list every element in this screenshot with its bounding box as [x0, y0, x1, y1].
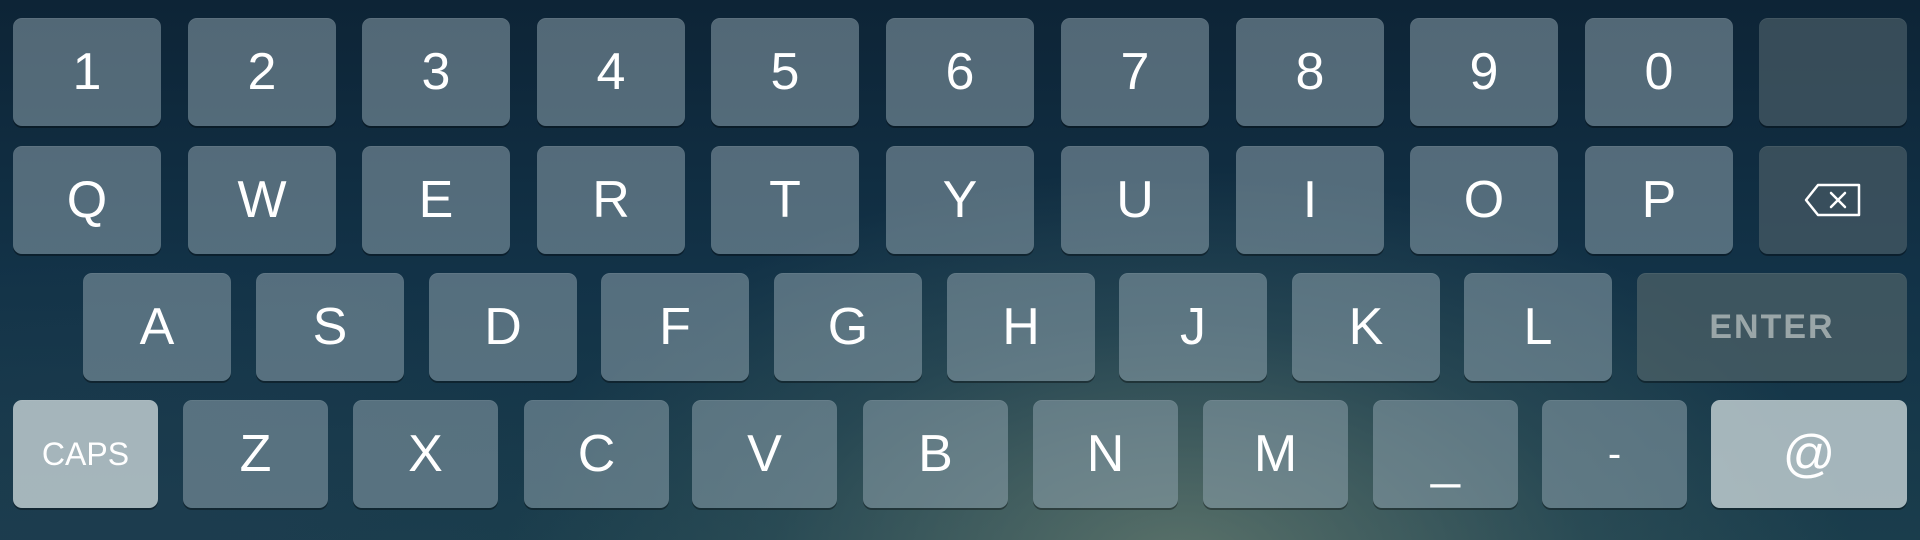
key-c[interactable]: C [524, 400, 669, 508]
key-f[interactable]: F [601, 273, 749, 381]
key-r[interactable]: R [537, 146, 685, 254]
key-label: G [827, 298, 869, 356]
key-dash[interactable]: - [1542, 400, 1687, 508]
key-p[interactable]: P [1585, 146, 1733, 254]
key-label: 2 [247, 43, 277, 101]
key-label: 0 [1644, 43, 1674, 101]
key-label: J [1180, 298, 1206, 356]
key-v[interactable]: V [692, 400, 837, 508]
on-screen-keyboard: 1 2 3 4 5 6 7 8 9 0 Q W E R T Y U I O P … [0, 0, 1920, 540]
key-o[interactable]: O [1410, 146, 1558, 254]
key-label: D [484, 298, 522, 356]
key-5[interactable]: 5 [711, 18, 859, 126]
key-w[interactable]: W [188, 146, 336, 254]
key-label: R [592, 171, 630, 229]
key-label: V [747, 425, 782, 483]
key-label: 6 [945, 43, 975, 101]
key-k[interactable]: K [1292, 273, 1440, 381]
key-label: C [577, 425, 616, 483]
key-9[interactable]: 9 [1410, 18, 1558, 126]
key-label: Z [239, 425, 272, 483]
key-label: L [1523, 298, 1553, 356]
key-label: 4 [596, 43, 626, 101]
key-label: 9 [1469, 43, 1499, 101]
key-4[interactable]: 4 [537, 18, 685, 126]
key-2[interactable]: 2 [188, 18, 336, 126]
key-label: _ [1431, 431, 1460, 489]
key-7[interactable]: 7 [1061, 18, 1209, 126]
key-label: U [1116, 171, 1154, 229]
key-l[interactable]: L [1464, 273, 1612, 381]
key-label: 7 [1120, 43, 1150, 101]
key-u[interactable]: U [1061, 146, 1209, 254]
key-q[interactable]: Q [13, 146, 161, 254]
key-b[interactable]: B [863, 400, 1008, 508]
key-label: N [1086, 425, 1125, 483]
key-label: B [918, 425, 953, 483]
key-label: 3 [421, 43, 451, 101]
key-s[interactable]: S [256, 273, 404, 381]
key-j[interactable]: J [1119, 273, 1267, 381]
key-label: T [769, 171, 801, 229]
key-label: Y [942, 171, 978, 229]
key-label: @ [1782, 425, 1836, 483]
key-label: - [1607, 431, 1622, 476]
key-e[interactable]: E [362, 146, 510, 254]
key-label: S [312, 298, 348, 356]
key-label: 8 [1295, 43, 1325, 101]
key-d[interactable]: D [429, 273, 577, 381]
key-x[interactable]: X [353, 400, 498, 508]
key-label: O [1463, 171, 1505, 229]
key-underscore[interactable]: _ [1373, 400, 1518, 508]
key-n[interactable]: N [1033, 400, 1178, 508]
backspace-icon [1804, 183, 1861, 217]
key-label: X [408, 425, 443, 483]
key-z[interactable]: Z [183, 400, 328, 508]
key-1[interactable]: 1 [13, 18, 161, 126]
key-h[interactable]: H [947, 273, 1095, 381]
enter-key[interactable]: ENTER [1637, 273, 1907, 381]
key-i[interactable]: I [1236, 146, 1384, 254]
key-blank[interactable] [1759, 18, 1907, 126]
key-label: I [1302, 171, 1318, 229]
key-label: ENTER [1709, 307, 1835, 346]
key-label: M [1253, 425, 1298, 483]
key-label: K [1348, 298, 1384, 356]
key-label: A [139, 298, 175, 356]
key-8[interactable]: 8 [1236, 18, 1384, 126]
key-label: H [1002, 298, 1040, 356]
key-label: W [237, 171, 287, 229]
key-3[interactable]: 3 [362, 18, 510, 126]
key-label: F [659, 298, 691, 356]
caps-key[interactable]: CAPS [13, 400, 158, 508]
key-label: P [1641, 171, 1677, 229]
key-m[interactable]: M [1203, 400, 1348, 508]
key-a[interactable]: A [83, 273, 231, 381]
key-backspace[interactable] [1759, 146, 1907, 254]
key-label: 1 [72, 43, 102, 101]
key-y[interactable]: Y [886, 146, 1034, 254]
key-label: CAPS [41, 435, 130, 472]
key-t[interactable]: T [711, 146, 859, 254]
key-at[interactable]: @ [1711, 400, 1907, 508]
key-6[interactable]: 6 [886, 18, 1034, 126]
key-0[interactable]: 0 [1585, 18, 1733, 126]
key-label: Q [66, 171, 108, 229]
key-g[interactable]: G [774, 273, 922, 381]
key-label: 5 [770, 43, 800, 101]
key-label: E [418, 171, 454, 229]
